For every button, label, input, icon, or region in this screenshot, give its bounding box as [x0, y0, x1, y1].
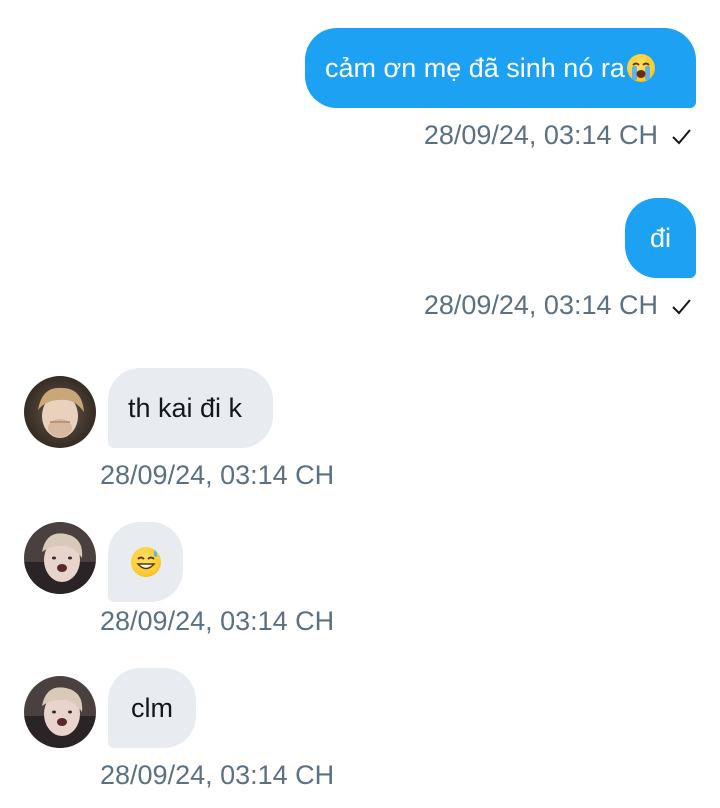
timestamp: 28/09/24, 03:14 CH [100, 460, 335, 490]
message-bubble-incoming[interactable]: clm [108, 668, 196, 748]
timestamp: 28/09/24, 03:14 CH [100, 606, 335, 636]
message-bubble-outgoing[interactable]: cảm ơn mẹ đã sinh nó ra [305, 28, 696, 108]
message-bubble-incoming[interactable]: th kai đi k [108, 368, 273, 448]
avatar-image [24, 522, 96, 594]
timestamp: 28/09/24, 03:14 CH [423, 120, 658, 150]
message-bubble-incoming[interactable] [108, 522, 183, 602]
avatar[interactable] [24, 376, 96, 448]
chat-thread: cảm ơn mẹ đã sinh nó ra 28/09/24, 03:14 … [0, 0, 720, 808]
message-meta: 28/09/24, 03:14 CH [100, 460, 334, 491]
check-icon [672, 128, 691, 144]
message-text: đi [649, 222, 671, 253]
message-text: th kai đi k [128, 392, 243, 423]
avatar[interactable] [24, 522, 96, 594]
avatar-image [24, 376, 96, 448]
timestamp: 28/09/24, 03:14 CH [423, 290, 658, 320]
avatar-image [24, 676, 96, 748]
message-text: clm [131, 692, 173, 723]
message-bubble-outgoing[interactable]: đi [625, 198, 696, 278]
loudly-crying-face-icon [626, 54, 655, 82]
message-meta: 28/09/24, 03:14 CH [424, 120, 692, 151]
message-meta: 28/09/24, 03:14 CH [100, 760, 334, 791]
grinning-face-with-sweat-icon [130, 547, 161, 577]
timestamp: 28/09/24, 03:14 CH [100, 760, 335, 790]
message-meta: 28/09/24, 03:14 CH [100, 606, 334, 637]
message-text: cảm ơn mẹ đã sinh nó ra [325, 52, 625, 83]
avatar[interactable] [24, 676, 96, 748]
check-icon [672, 298, 691, 314]
message-meta: 28/09/24, 03:14 CH [424, 290, 692, 321]
